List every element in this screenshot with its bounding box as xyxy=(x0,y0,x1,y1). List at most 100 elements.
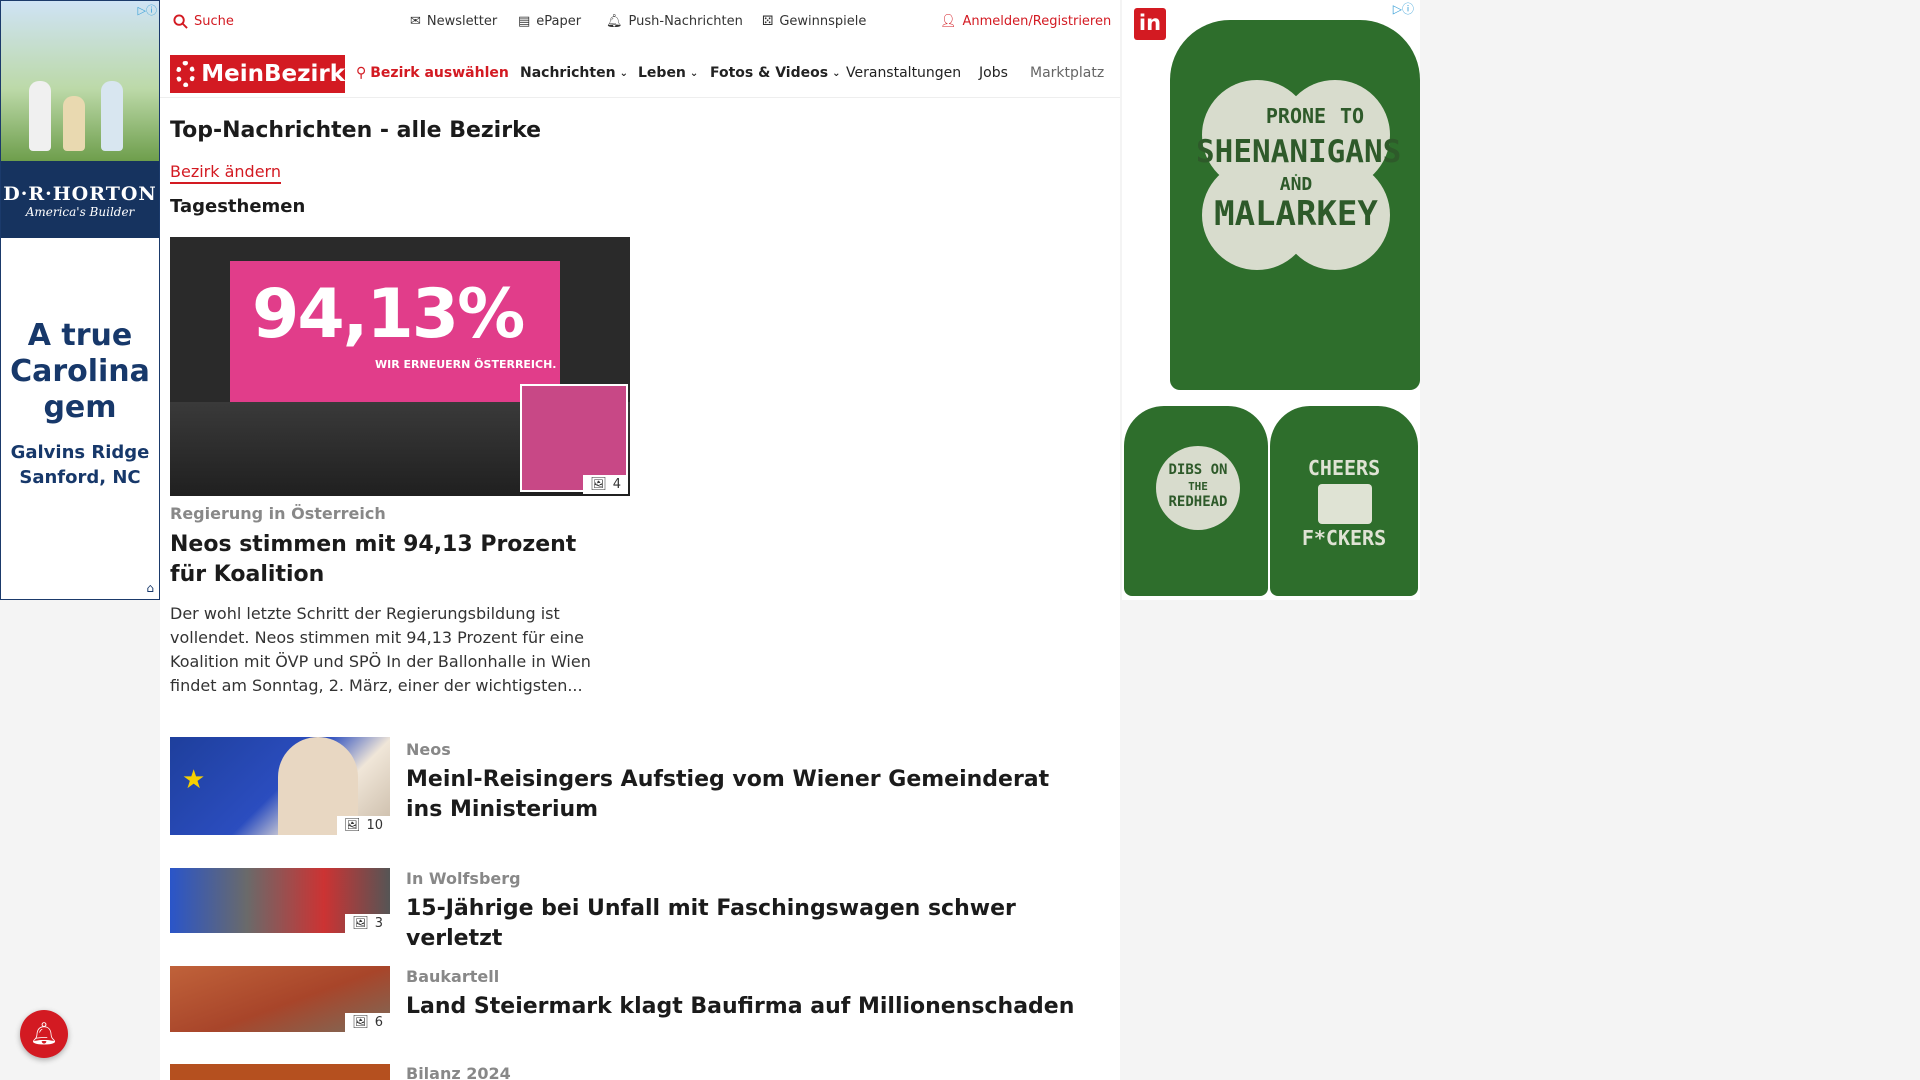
ad-brand-subtitle: America's Builder xyxy=(25,205,135,219)
ad-brand-block: D·R·HORTON America's Builder xyxy=(1,161,159,238)
epaper-link[interactable]: ▤ ePaper xyxy=(518,14,581,29)
nav-item-label: Fotos & Videos xyxy=(710,65,829,81)
login-label: Anmelden/Registrieren xyxy=(962,14,1112,29)
search-icon xyxy=(173,14,188,29)
right-advertisement[interactable]: in ▷ⓘ PRONE TO SHENANIGANS AND MALARKEY … xyxy=(1122,0,1420,600)
image-subline: WIR ERNEUERN ÖSTERREICH. xyxy=(375,358,557,371)
nav-item-nachrichten[interactable]: Nachrichten ⌄ xyxy=(520,65,628,81)
article-thumbnail[interactable] xyxy=(170,1064,390,1080)
shirt-text-line: TO xyxy=(1339,104,1365,128)
shirt-text-line: CHEERS xyxy=(1307,456,1381,480)
mail-icon: ✉ xyxy=(410,14,421,29)
gallery-icon: 🖼︎ xyxy=(343,818,361,833)
logo-text: MeinBezirk xyxy=(201,61,345,87)
location-pin-icon: ⚲ xyxy=(356,65,367,81)
article-kicker[interactable]: Neos xyxy=(406,740,451,759)
dice-icon: ⚄ xyxy=(762,14,774,29)
photo-count-badge: 🖼︎ 4 xyxy=(583,475,628,494)
epaper-label: ePaper xyxy=(536,14,582,29)
image-headline: 94,13% xyxy=(252,275,525,354)
hero-headline[interactable]: Neos stimmen mit 94,13 Prozent für Koali… xyxy=(170,530,590,590)
nav-item-label: Jobs xyxy=(979,65,1008,81)
advertiser-logo: in xyxy=(1134,8,1166,40)
search-link[interactable]: Suche xyxy=(173,14,234,29)
ad-figure xyxy=(29,81,51,151)
article-thumbnail[interactable]: 🖼︎ 3 xyxy=(170,868,390,933)
gallery-icon: 🖼︎ xyxy=(590,477,607,492)
shirt-text-line: THE xyxy=(1188,480,1208,493)
chevron-down-icon: ⌄ xyxy=(689,67,699,79)
nav-item-jobs[interactable]: Jobs xyxy=(979,65,1008,81)
photo-count-badge: 🖼︎ 3 xyxy=(345,914,390,933)
newsletter-link[interactable]: ✉ Newsletter xyxy=(410,14,497,29)
hero-kicker[interactable]: Regierung in Österreich xyxy=(170,504,386,523)
article-headline[interactable]: Land Steiermark klagt Baufirma auf Milli… xyxy=(406,992,1086,1022)
article-kicker[interactable]: In Wolfsberg xyxy=(406,869,521,888)
page-title: Top-Nachrichten - alle Bezirke xyxy=(170,118,542,143)
article-kicker[interactable]: Baukartell xyxy=(406,967,499,986)
gallery-icon: 🖼︎ xyxy=(352,1015,369,1030)
shirt-text-line: REDHEAD xyxy=(1168,494,1228,510)
ad-figure xyxy=(63,96,85,151)
contests-link[interactable]: ⚄ Gewinnspiele xyxy=(762,14,866,29)
meinbezirk-logo[interactable]: MeinBezirk xyxy=(170,55,345,93)
section-title: Tagesthemen xyxy=(170,196,306,217)
push-link[interactable]: 🔔︎ Push-Nachrichten xyxy=(606,14,743,29)
gallery-icon: 🖼︎ xyxy=(352,916,369,931)
article-headline[interactable]: 15-Jährige bei Unfall mit Faschingswagen… xyxy=(406,894,1086,954)
select-district-label: Bezirk auswählen xyxy=(370,65,509,81)
nav-item-veranstaltungen[interactable]: Veranstaltungen xyxy=(846,65,961,81)
left-advertisement[interactable]: D·R·HORTON America's Builder A true Caro… xyxy=(0,0,160,600)
adchoices-icon[interactable]: ▷ⓘ xyxy=(1393,0,1414,17)
bell-icon: 🔔︎ xyxy=(30,1021,58,1047)
push-label: Push-Nachrichten xyxy=(628,14,743,29)
ad-figure xyxy=(101,81,123,151)
nav-item-label: Veranstaltungen xyxy=(846,65,962,81)
nav-item-fotos-videos[interactable]: Fotos & Videos ⌄ xyxy=(710,65,840,81)
nav-item-label: Marktplatz xyxy=(1030,65,1105,81)
newspaper-icon: ▤ xyxy=(518,14,531,29)
ad-location: Galvins Ridge Sanford, NC xyxy=(10,442,150,488)
photo-count: 3 xyxy=(374,916,383,931)
contests-label: Gewinnspiele xyxy=(779,14,867,29)
shirt-text-line: AND xyxy=(1279,174,1313,195)
eu-star-icon: ★ xyxy=(182,765,206,795)
user-icon: 👤︎ xyxy=(940,14,957,29)
nav-item-marktplatz[interactable]: Marktplatz xyxy=(1030,65,1116,81)
search-label: Suche xyxy=(194,14,234,29)
article-thumbnail[interactable]: ★ 🖼︎ 10 xyxy=(170,737,390,835)
photo-count: 10 xyxy=(366,818,383,833)
article-thumbnail[interactable]: 🖼︎ 6 xyxy=(170,966,390,1032)
shirt-text-line: F*CKERS xyxy=(1301,526,1387,550)
ad-tagline: A true Carolina gem xyxy=(10,318,150,425)
top-utility-bar: Suche ✉ Newsletter ▤ ePaper 🔔︎ Push-Nach… xyxy=(160,0,1120,44)
hero-article-image[interactable]: 94,13% WIR ERNEUERN ÖSTERREICH. 🖼︎ 4 xyxy=(170,237,630,496)
change-district-link[interactable]: Bezirk ändern xyxy=(170,162,281,184)
login-link[interactable]: 👤︎ Anmelden/Registrieren xyxy=(940,14,1111,29)
beer-mug-icon xyxy=(1318,484,1372,524)
photo-count: 6 xyxy=(374,1015,383,1030)
bell-icon: 🔔︎ xyxy=(606,14,623,29)
hero-teaser: Der wohl letzte Schritt der Regierungsbi… xyxy=(170,604,591,695)
newsletter-label: Newsletter xyxy=(426,14,498,29)
select-district-button[interactable]: ⚲ Bezirk auswählen xyxy=(356,65,509,81)
chevron-down-icon: ⌄ xyxy=(832,67,841,79)
logo-flower-icon xyxy=(176,61,196,87)
nav-item-leben[interactable]: Leben ⌄ xyxy=(638,65,698,81)
adchoices-icon[interactable]: ▷ⓘ xyxy=(138,2,157,18)
equal-housing-icon: ⌂ xyxy=(146,581,154,595)
photo-count-badge: 🖼︎ 6 xyxy=(345,1013,390,1032)
shirt-text-line: DIBS ON xyxy=(1168,462,1228,478)
ad-family-photo xyxy=(1,1,159,161)
article-kicker[interactable]: Bilanz 2024 xyxy=(406,1064,511,1080)
notification-bell-button[interactable]: 🔔︎ xyxy=(20,1010,68,1058)
article-headline[interactable]: Meinl-Reisingers Aufstieg vom Wiener Gem… xyxy=(406,765,1086,825)
main-navigation: MeinBezirk ⚲ Bezirk auswählen Nachrichte… xyxy=(160,52,1120,98)
shirt-text-line: SHENANIGANS xyxy=(1196,134,1402,170)
shirt-text-line: MALARKEY xyxy=(1214,194,1378,234)
nav-item-label: Leben xyxy=(638,65,686,81)
photo-count-badge: 🖼︎ 10 xyxy=(336,816,390,835)
nav-item-label: Nachrichten xyxy=(520,65,616,81)
ad-brand-name: D·R·HORTON xyxy=(3,183,157,205)
main-column: Suche ✉ Newsletter ▤ ePaper 🔔︎ Push-Nach… xyxy=(160,0,1120,1080)
